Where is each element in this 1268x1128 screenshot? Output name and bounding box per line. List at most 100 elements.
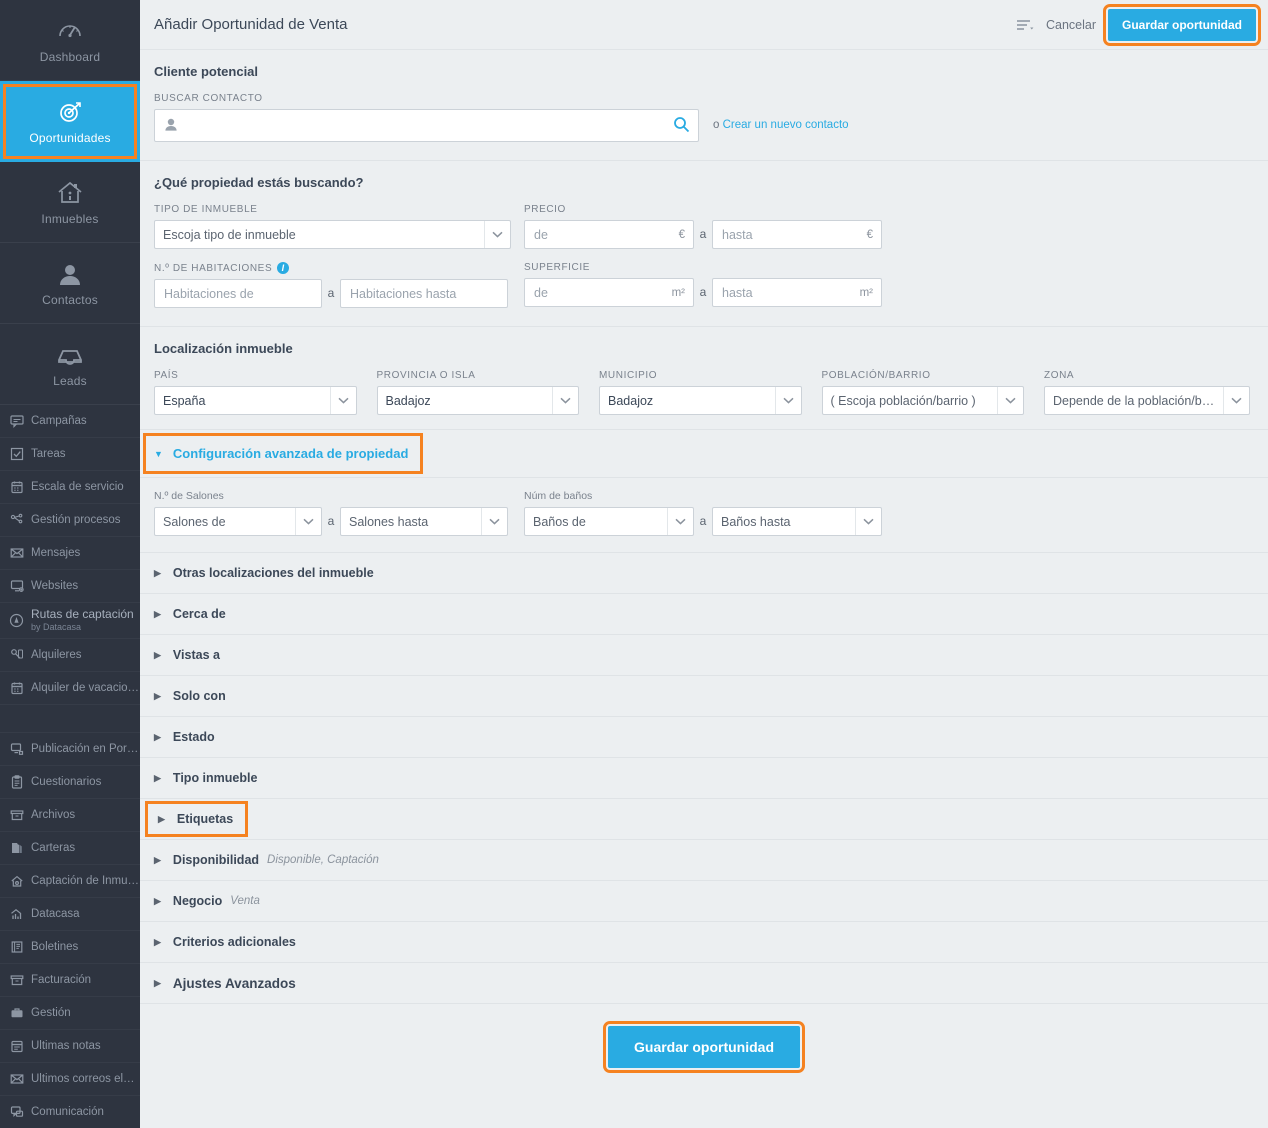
sidebar-item-inmuebles[interactable]: Inmuebles [0, 162, 140, 243]
search-contact-input[interactable] [154, 109, 699, 142]
sidebar-item-leads[interactable]: Leads [0, 324, 140, 405]
caret-right-icon: ▶ [154, 567, 161, 578]
rooms-to-input[interactable] [340, 279, 508, 308]
monitor-icon [9, 579, 24, 594]
accordion-cerca-de[interactable]: ▶ Cerca de [140, 594, 1268, 635]
property-row-2: N.º DE HABITACIONES i a SUPERFICIE m [154, 262, 1250, 308]
sidebar-item-facturacion[interactable]: Facturación [0, 964, 140, 997]
sidebar-item-label: Datacasa [31, 908, 80, 920]
accordion-etiquetas[interactable]: ▶ Etiquetas [140, 799, 1268, 840]
municipality-label: MUNICIPIO [599, 370, 658, 381]
list-menu-icon[interactable] [1016, 18, 1034, 32]
rooms-from-input[interactable] [154, 279, 322, 308]
salones-from-select[interactable]: Salones de [154, 507, 322, 536]
sidebar-item-boletines[interactable]: Boletines [0, 931, 140, 964]
cancel-button[interactable]: Cancelar [1046, 18, 1096, 32]
sidebar-item-cuestionarios[interactable]: Cuestionarios [0, 766, 140, 799]
search-icon[interactable] [673, 116, 690, 138]
sidebar-item-alquileres[interactable]: Alquileres [0, 639, 140, 672]
advanced-config-toggle[interactable]: ▼ Configuración avanzada de propiedad [142, 433, 424, 474]
neighborhood-select[interactable]: ( Escoja población/barrio ) [821, 386, 1024, 415]
app-root: Dashboard Oportunidades Inmuebles Contac… [0, 0, 1268, 1128]
rooms-label-row: N.º DE HABITACIONES i [154, 262, 524, 274]
gauge-icon [55, 16, 85, 46]
topbar-actions: Cancelar Guardar oportunidad [1016, 3, 1261, 46]
house-capture-icon [9, 874, 24, 889]
surface-from-input[interactable] [524, 278, 694, 307]
salones-to-select[interactable]: Salones hasta [340, 507, 508, 536]
sidebar-item-rutas-de-captacion[interactable]: Rutas de captación by Datacasa [0, 603, 140, 639]
banos-to-select[interactable]: Baños hasta [712, 507, 882, 536]
accordion-tipo-inmueble[interactable]: ▶ Tipo inmueble [140, 758, 1268, 799]
sidebar-item-carteras[interactable]: Carteras [0, 832, 140, 865]
price-from-wrapper: € [524, 220, 694, 249]
sidebar-item-captacion-de-inmuebles[interactable]: Captación de Inmuebles [0, 865, 140, 898]
accordion-label: Otras localizaciones del inmueble [172, 566, 374, 580]
sidebar-item-dashboard[interactable]: Dashboard [0, 0, 140, 81]
info-icon[interactable]: i [277, 262, 290, 274]
accordion-solo-con[interactable]: ▶ Solo con [140, 676, 1268, 717]
sidebar-item-oportunidades[interactable]: Oportunidades [0, 81, 140, 162]
create-new-contact-link[interactable]: Crear un nuevo contacto [723, 119, 849, 131]
accordion-ajustes-avanzados[interactable]: ▶ Ajustes Avanzados [140, 963, 1268, 1004]
megaphone-icon [9, 414, 24, 429]
sidebar-item-escala-de-servicio[interactable]: Escala de servicio [0, 471, 140, 504]
advanced-fields: N.º de Salones Salones de a Salones hast… [140, 478, 1268, 553]
notes-icon [9, 1039, 24, 1054]
client-section: Cliente potencial BUSCAR CONTACTO o Crea… [140, 50, 1268, 161]
province-select[interactable]: Badajoz [376, 386, 579, 415]
accordion-disponibilidad[interactable]: ▶ Disponibilidad Disponible, Captación [140, 840, 1268, 881]
country-select[interactable]: España [154, 386, 357, 415]
sidebar-item-comunicacion[interactable]: Comunicación [0, 1096, 140, 1128]
chevron-down-icon [667, 508, 693, 535]
accordion-otras-localizaciones[interactable]: ▶ Otras localizaciones del inmueble [140, 553, 1268, 594]
sidebar-item-gestion-procesos[interactable]: Gestión procesos [0, 504, 140, 537]
sidebar-item-publicacion-en-portales[interactable]: Publicación en Portales [0, 733, 140, 766]
zone-select[interactable]: Depende de la población/barrio [1044, 386, 1250, 415]
save-opportunity-button-top[interactable]: Guardar oportunidad [1103, 3, 1261, 46]
sidebar-item-tareas[interactable]: Tareas [0, 438, 140, 471]
neighborhood-group: POBLACIÓN/BARRIO ( Escoja población/barr… [821, 370, 1024, 415]
property-type-select[interactable]: Escoja tipo de inmueble [154, 220, 511, 249]
location-section: Localización inmueble PAÍS España PROVIN… [140, 327, 1268, 430]
zone-value: Depende de la población/barrio [1053, 393, 1223, 408]
sidebar-item-mensajes[interactable]: Mensajes [0, 537, 140, 570]
sidebar-item-contactos[interactable]: Contactos [0, 243, 140, 324]
property-search-section: ¿Qué propiedad estás buscando? TIPO DE I… [140, 161, 1268, 327]
sidebar-item-gestion[interactable]: Gestión [0, 997, 140, 1030]
target-icon [55, 97, 85, 127]
sidebar-item-label-stack: Rutas de captación by Datacasa [31, 608, 134, 633]
price-from-input[interactable] [524, 220, 694, 249]
accordion-etiquetas-inner[interactable]: ▶ Etiquetas [144, 801, 249, 837]
accordion-criterios-adicionales[interactable]: ▶ Criterios adicionales [140, 922, 1268, 963]
banos-from-select[interactable]: Baños de [524, 507, 694, 536]
sidebar-item-archivos[interactable]: Archivos [0, 799, 140, 832]
calendar-icon [9, 681, 24, 696]
accordion-estado[interactable]: ▶ Estado [140, 717, 1268, 758]
sidebar-item-label: Alquileres [31, 649, 82, 661]
accordion-label: Vistas a [172, 648, 220, 662]
advanced-config-label: Configuración avanzada de propiedad [172, 446, 409, 461]
price-range-joiner: a [699, 227, 707, 241]
accordion-label: Disponibilidad [172, 853, 260, 867]
sidebar-item-label: Últimos correos electrón... [31, 1073, 140, 1085]
sidebar-item-alquiler-de-vacaciones[interactable]: Alquiler de vacaciones [0, 672, 140, 705]
price-to-input[interactable] [712, 220, 882, 249]
accordion-negocio[interactable]: ▶ Negocio Venta [140, 881, 1268, 922]
accordion-label: Tipo inmueble [172, 771, 258, 785]
sidebar-item-campanas[interactable]: Campañas [0, 405, 140, 438]
banos-label: Núm de baños [524, 490, 593, 502]
sidebar-item-datacasa[interactable]: Datacasa [0, 898, 140, 931]
sidebar-item-label: Oportunidades [29, 131, 111, 145]
municipality-select[interactable]: Badajoz [599, 386, 802, 415]
country-label: PAÍS [154, 370, 179, 381]
sidebar-item-websites[interactable]: Websites [0, 570, 140, 603]
sidebar-item-ultimas-notas[interactable]: Últimas notas [0, 1030, 140, 1063]
sidebar-item-label: Alquiler de vacaciones [31, 682, 140, 694]
accordion-vistas-a[interactable]: ▶ Vistas a [140, 635, 1268, 676]
section-title-location: Localización inmueble [154, 341, 293, 356]
sidebar-item-ultimos-correos[interactable]: Últimos correos electrón... [0, 1063, 140, 1096]
save-opportunity-button-bottom[interactable]: Guardar oportunidad [603, 1021, 805, 1073]
neighborhood-value: ( Escoja población/barrio ) [830, 393, 976, 408]
surface-to-input[interactable] [712, 278, 882, 307]
